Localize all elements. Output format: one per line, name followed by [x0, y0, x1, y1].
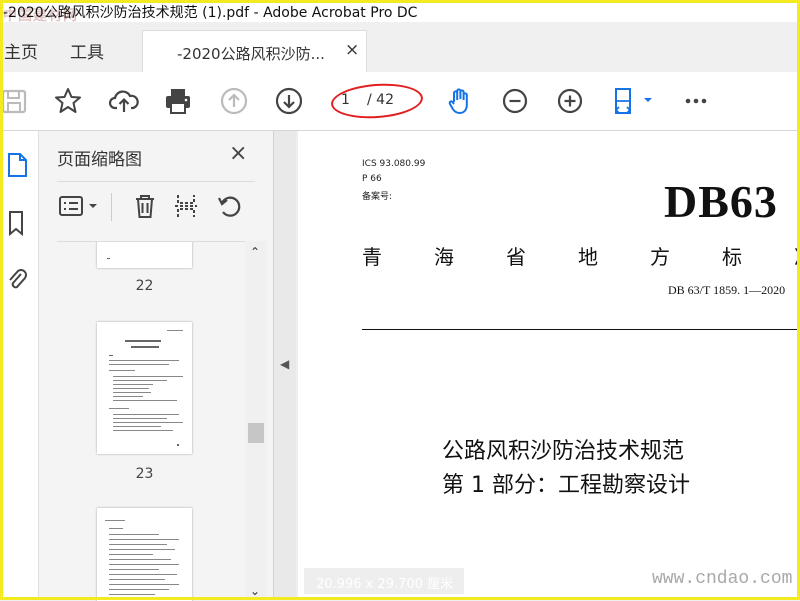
window-title: -2020公路风积沙防治技术规范 (1).pdf - Adobe Acrobat…	[3, 5, 418, 21]
toolbar-separator	[111, 193, 112, 221]
standard-type: 青海省地方标准	[362, 241, 800, 270]
extract-pages-icon[interactable]	[170, 191, 202, 221]
ics-code: ICS 93.080.99	[362, 159, 426, 169]
bookmark-star-icon[interactable]	[52, 85, 84, 117]
thumbnail-page-24[interactable]	[97, 508, 192, 601]
standard-char: 青	[362, 245, 382, 269]
thumbnail-page-22[interactable]	[97, 242, 192, 268]
document-title: 公路风积沙防治技术规范	[442, 439, 685, 464]
thumbnail-scrollbar[interactable]: ⌃ ⌄	[245, 241, 267, 600]
toolbar: 1 / 42	[0, 72, 800, 131]
tab-tools[interactable]: 工具	[70, 38, 104, 63]
divider	[57, 181, 255, 182]
active-indicator	[0, 149, 3, 179]
more-icon[interactable]	[680, 85, 712, 117]
zoom-out-icon[interactable]	[499, 85, 531, 117]
standard-char: 方	[650, 245, 670, 269]
classification-code: P 66	[362, 174, 382, 184]
hand-tool-icon[interactable]	[444, 85, 476, 117]
document-subtitle: 第 1 部分：工程勘察设计	[442, 473, 690, 498]
close-panel-icon[interactable]: ×	[229, 141, 247, 166]
rotate-page-icon[interactable]	[213, 191, 245, 221]
print-icon[interactable]	[162, 85, 194, 117]
panel-title: 页面缩略图	[57, 150, 142, 170]
left-rail	[0, 131, 39, 600]
cloud-upload-icon[interactable]	[108, 85, 140, 117]
collapse-arrow-icon[interactable]: ◀	[280, 357, 289, 371]
fit-page-icon[interactable]	[610, 85, 656, 117]
page-size-tooltip: 20.996 x 29.700 厘米	[304, 568, 464, 594]
thumbnail-page-number: 22	[135, 278, 154, 294]
prev-page-icon[interactable]	[218, 85, 250, 117]
page-thumbnails-icon[interactable]	[4, 151, 30, 179]
title-bar: 中国建材网 -2020公路风积沙防治技术规范 (1).pdf - Adobe A…	[0, 0, 800, 24]
standard-number: DB 63/T 1859. 1—2020	[668, 283, 786, 297]
attachment-icon[interactable]	[4, 265, 30, 293]
delete-page-icon[interactable]	[129, 191, 161, 221]
standard-char: 准	[794, 241, 800, 270]
thumbnail-page-number: 23	[135, 466, 154, 482]
collapse-panel-handle[interactable]: ◀	[274, 131, 296, 600]
site-watermark: www.cndao.com	[652, 569, 793, 589]
standard-char: 省	[506, 245, 526, 269]
header-rule	[362, 329, 800, 330]
scroll-up-icon[interactable]: ⌃	[250, 245, 260, 259]
tab-document[interactable]: -2020公路风积沙防... ×	[142, 30, 367, 73]
standard-char: 地	[578, 245, 598, 269]
standard-char: 标	[722, 245, 742, 269]
tab-home[interactable]: 主页	[4, 38, 38, 63]
tab-bar: 主页 工具 -2020公路风积沙防... ×	[0, 22, 800, 73]
options-menu-icon[interactable]	[57, 191, 101, 221]
thumbnail-page-23[interactable]	[97, 322, 192, 454]
scroll-down-icon[interactable]: ⌄	[250, 584, 260, 598]
standard-char: 海	[434, 245, 454, 269]
page-thumbnails-panel: 页面缩略图 × 22 23 ⌃ ⌄	[39, 131, 274, 601]
page-size-text: 20.996 x 29.700 厘米	[316, 577, 454, 592]
close-tab-icon[interactable]: ×	[345, 40, 359, 60]
next-page-icon[interactable]	[273, 85, 305, 117]
db-code: DB63	[664, 176, 778, 227]
save-icon[interactable]	[0, 85, 30, 117]
thumbnail-list: 22 23	[57, 241, 267, 601]
pdf-page: ICS 93.080.99 P 66 备案号: DB63 青 海 省 地 方 标 准 DB …	[298, 131, 800, 600]
document-view[interactable]: ICS 93.080.99 P 66 备案号: DB63 青 海 省 地 方 标 准 DB …	[296, 131, 800, 600]
bookmarks-icon[interactable]	[4, 209, 30, 237]
tab-document-label: -2020公路风积沙防...	[177, 45, 325, 63]
page-navigator: 1 / 42	[329, 80, 425, 122]
zoom-in-icon[interactable]	[554, 85, 586, 117]
highlight-annotation	[329, 80, 425, 122]
record-number: 备案号:	[362, 192, 393, 202]
scrollbar-thumb[interactable]	[248, 423, 264, 443]
